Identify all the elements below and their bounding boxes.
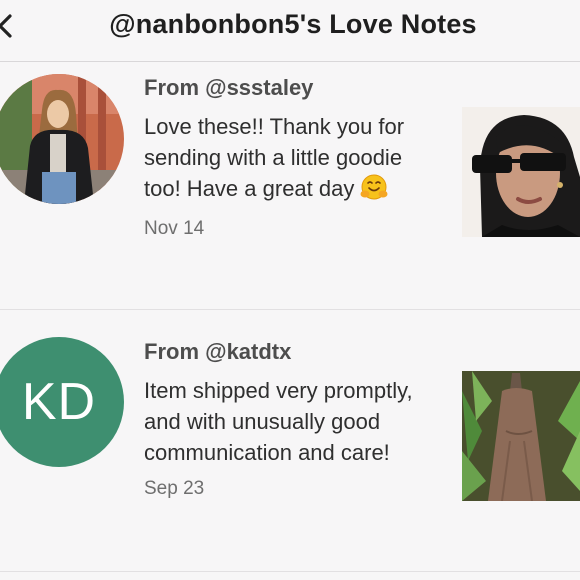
- item-photo: [462, 107, 580, 237]
- avatar-photo: [0, 74, 124, 204]
- love-note-item: KD From @katdtx Item shipped very prompt…: [0, 310, 580, 572]
- note-content: From @ssstaley Love these!! Thank you fo…: [144, 74, 444, 241]
- love-note-item: From @ssstaley Love these!! Thank you fo…: [0, 62, 580, 310]
- avatar-initials: KD: [21, 373, 97, 431]
- note-message: Love these!! Thank you for sending with …: [144, 111, 434, 208]
- page-title: @nanbonbon5's Love Notes: [109, 9, 477, 39]
- item-thumbnail[interactable]: [462, 371, 580, 501]
- note-date: Nov 14: [144, 218, 205, 239]
- avatar[interactable]: KD: [0, 337, 124, 467]
- item-photo: [462, 371, 580, 501]
- note-from[interactable]: From @katdtx: [144, 338, 444, 366]
- note-date: Sep 23: [144, 478, 205, 499]
- note-content: From @katdtx Item shipped very promptly,…: [144, 338, 444, 501]
- hugging-face-emoji: [360, 174, 388, 208]
- note-from[interactable]: From @ssstaley: [144, 74, 444, 102]
- note-message: Item shipped very promptly, and with unu…: [144, 378, 413, 465]
- item-thumbnail[interactable]: [462, 107, 580, 237]
- top-bar: @nanbonbon5's Love Notes: [0, 0, 580, 62]
- avatar[interactable]: [0, 74, 124, 204]
